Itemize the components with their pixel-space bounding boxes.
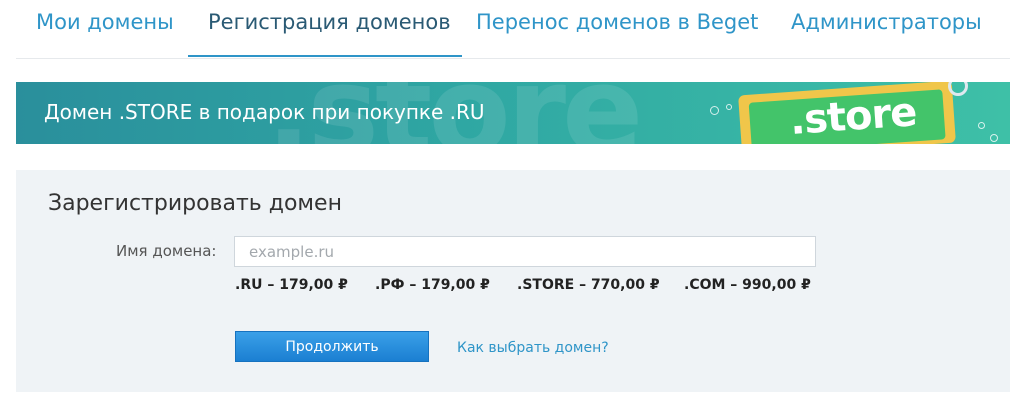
banner-text: Домен .STORE в подарок при покупке .RU — [44, 100, 485, 124]
domain-tabs: Мои домены Регистрация доменов Перенос д… — [16, 0, 1010, 59]
tab-administrators[interactable]: Администраторы — [791, 10, 982, 34]
decor-dot — [710, 106, 719, 115]
store-logo-inner: .store — [748, 89, 946, 144]
store-logo-board: .store — [738, 82, 956, 144]
tab-domain-transfer[interactable]: Перенос доменов в Beget — [476, 10, 758, 34]
decor-dot — [990, 134, 998, 142]
tab-my-domains[interactable]: Мои домены — [36, 10, 174, 34]
register-domain-panel: Зарегистрировать домен Имя домена: .RU –… — [16, 170, 1010, 392]
store-logo-text: .store — [788, 89, 918, 144]
tab-domain-registration[interactable]: Регистрация доменов — [208, 10, 451, 34]
price-store: .STORE – 770,00 ₽ — [517, 277, 660, 293]
promo-banner[interactable]: .store Домен .STORE в подарок при покупк… — [16, 82, 1010, 144]
continue-button[interactable]: Продолжить — [235, 331, 429, 362]
panel-title: Зарегистрировать домен — [48, 191, 342, 216]
price-com: .COM – 990,00 ₽ — [684, 277, 811, 293]
board-pin-icon — [948, 82, 968, 96]
decor-dot — [978, 122, 985, 129]
price-ru: .RU – 179,00 ₽ — [235, 277, 348, 293]
domain-name-input[interactable] — [234, 236, 816, 267]
active-tab-indicator — [188, 55, 462, 57]
how-to-choose-domain-link[interactable]: Как выбрать домен? — [457, 340, 609, 356]
domain-name-label: Имя домена: — [116, 242, 217, 260]
price-rf: .РФ – 179,00 ₽ — [375, 277, 490, 293]
decor-dot — [726, 104, 732, 110]
